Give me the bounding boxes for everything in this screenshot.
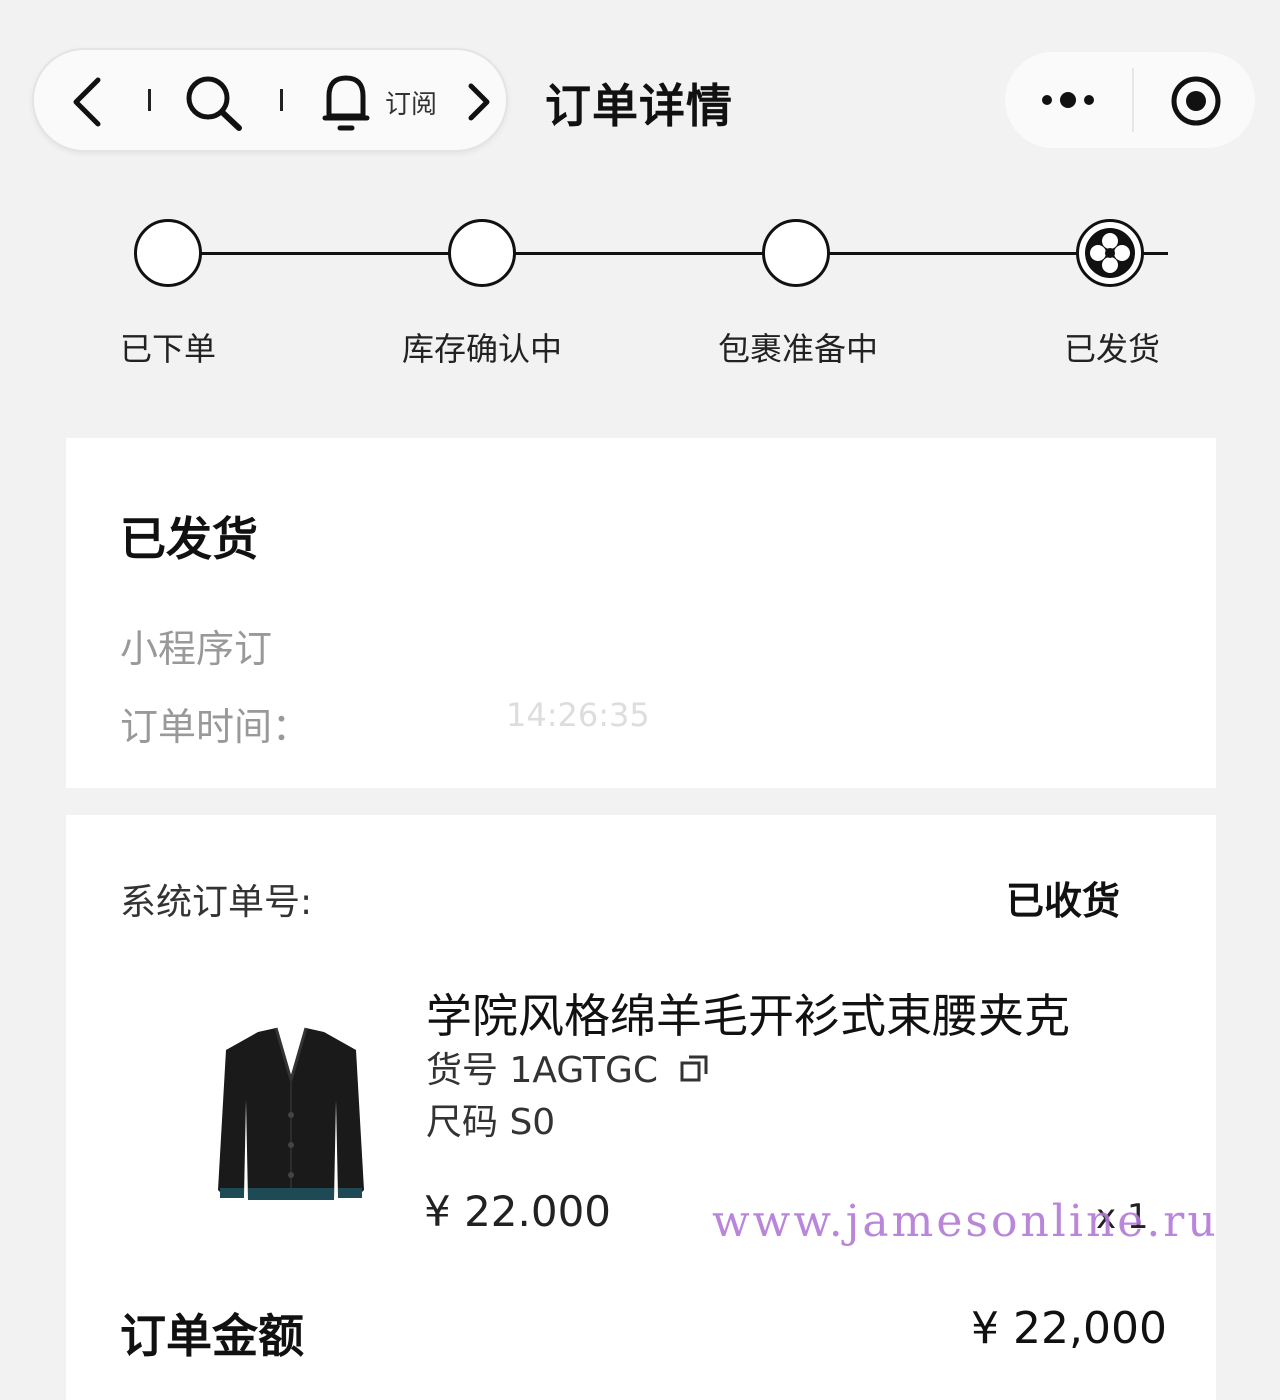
close-miniprogram-icon[interactable]	[1169, 74, 1223, 132]
more-icon[interactable]	[1039, 88, 1099, 116]
order-status: 已收货	[1006, 879, 1121, 923]
product-image[interactable]	[206, 1020, 376, 1220]
order-time-value: 14:26:35	[506, 696, 650, 734]
watermark: www.jamesonline.ru	[712, 1196, 1219, 1247]
progress-line	[201, 252, 449, 255]
mini-program-order-label: 小程序订	[120, 627, 273, 671]
product-name[interactable]: 学院风格绵羊毛开衫式束腰夹克	[426, 980, 1070, 1046]
order-card: 系统订单号: 已收货 学院风格绵羊毛开衫式束腰夹克 货号 1AGTGC 尺码 S…	[66, 815, 1216, 1400]
capsule-menu	[1005, 52, 1255, 148]
chevron-right-icon[interactable]	[466, 82, 492, 126]
nav-separator	[280, 89, 283, 111]
subscribe-label[interactable]: 订阅	[385, 84, 437, 121]
system-order-label: 系统订单号:	[120, 882, 313, 923]
product-price: ¥ 22.000	[424, 1187, 612, 1236]
total-value: ¥ 22,000	[971, 1303, 1167, 1354]
step-label: 已发货	[1063, 330, 1160, 368]
step-label: 库存确认中	[401, 330, 562, 368]
total-label: 订单金额	[120, 1309, 304, 1363]
capsule-divider	[1132, 68, 1134, 132]
bell-icon[interactable]	[321, 72, 371, 138]
back-icon[interactable]	[70, 76, 106, 132]
progress-line	[515, 252, 763, 255]
status-card: 已发货 小程序订 订单时间： 14:26:35	[66, 438, 1216, 788]
step-circle-stock-check	[448, 219, 516, 287]
step-label: 已下单	[119, 330, 216, 368]
step-circle-shipped	[1076, 219, 1144, 287]
order-time-label: 订单时间：	[120, 705, 311, 749]
step-label: 包裹准备中	[717, 330, 878, 368]
status-title: 已发货	[120, 512, 258, 566]
product-size: 尺码 S0	[426, 1102, 556, 1143]
search-icon[interactable]	[184, 74, 244, 136]
copy-icon[interactable]	[679, 1052, 709, 1093]
step-circle-preparing	[762, 219, 830, 287]
product-sku: 货号 1AGTGC	[426, 1041, 709, 1093]
flower-logo-icon	[1083, 226, 1137, 284]
product-sku-text: 货号 1AGTGC	[426, 1050, 658, 1091]
nav-separator	[148, 89, 151, 111]
page-title: 订单详情	[545, 79, 733, 133]
step-circle-ordered	[134, 219, 202, 287]
